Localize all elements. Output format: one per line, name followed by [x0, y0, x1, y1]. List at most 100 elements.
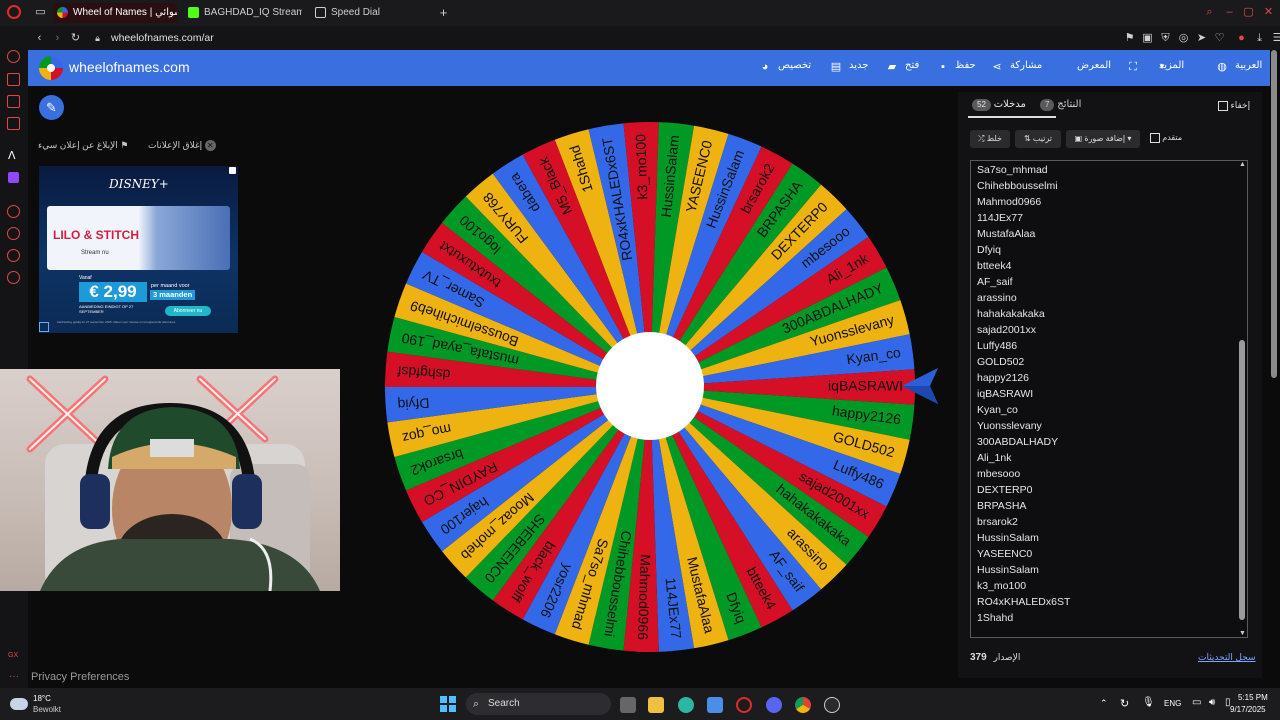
microphone-icon[interactable]: 🎙︎ [1142, 697, 1155, 708]
opera-gx-icon[interactable] [736, 697, 752, 713]
search-icon[interactable]: ⌕ [1204, 7, 1215, 18]
menu-share[interactable]: مشاركة [1010, 60, 1042, 71]
list-scroll-up-icon[interactable]: ▲ [1239, 161, 1246, 168]
forward-icon[interactable]: › [52, 33, 63, 44]
download-arrow-icon[interactable]: ◎ [1178, 33, 1189, 44]
ad-info-icon[interactable] [229, 167, 236, 174]
menu-gallery[interactable]: المعرض [1077, 60, 1111, 71]
windows-start-icon[interactable] [440, 696, 456, 712]
shield-icon[interactable]: ⛨ [1160, 33, 1171, 44]
tab-menu-icon[interactable]: ▭ [35, 7, 46, 18]
ticket-icon[interactable] [7, 95, 20, 108]
close-icon[interactable]: ✕ [1263, 7, 1274, 18]
obs-icon[interactable] [824, 697, 840, 713]
hide-checkbox[interactable] [1218, 100, 1228, 111]
back-icon[interactable]: ‹ [34, 33, 45, 44]
list-scroll-down-icon[interactable]: ▼ [1239, 630, 1246, 637]
list-item: Kyan_co [977, 404, 1018, 416]
easy-setup-icon[interactable]: ☰ [1272, 33, 1280, 44]
speed-dial-icon[interactable] [7, 50, 20, 63]
list-item: happy2126 [977, 372, 1029, 384]
news-icon[interactable] [7, 117, 20, 130]
disney-ad[interactable]: DISNEY+ LILO & STITCH Stream nu Vanaf € … [39, 166, 238, 333]
maximize-icon[interactable]: ▢ [1243, 7, 1254, 18]
fullscreen-icon[interactable]: ⛶ [1127, 61, 1139, 73]
profile-icon[interactable]: ● [1236, 33, 1247, 44]
snapshot-icon[interactable]: ▣ [1142, 33, 1153, 44]
privacy-preferences-link[interactable]: Privacy Preferences [31, 671, 129, 683]
tab-speed-dial[interactable]: Speed Dial [311, 3, 421, 23]
changelog-link[interactable]: سجل التحديثات [1198, 652, 1256, 663]
add-image-button[interactable]: ▣ إضافة صورة ▾ [1066, 130, 1140, 148]
list-item: arassino [977, 292, 1017, 304]
new-tab-button[interactable]: + [438, 6, 449, 19]
entries-scrollbar[interactable] [1239, 340, 1245, 620]
menu-customize[interactable]: تخصيص [778, 60, 811, 71]
clock-date[interactable]: 9/17/2025 [1230, 705, 1266, 714]
hide-toggle[interactable]: إخفاء [1218, 100, 1250, 111]
tab-wheel-of-names[interactable]: Wheel of Names | عشوائي [53, 3, 177, 23]
edge-icon[interactable] [678, 697, 694, 713]
ad-subtitle: Stream nu [81, 250, 109, 256]
bookmark-icon[interactable]: ⚑ [1124, 33, 1135, 44]
ad-cta-button[interactable]: Abonneer nu [165, 306, 211, 316]
menu-language[interactable]: العربية [1235, 60, 1262, 71]
extensions-icon[interactable] [7, 249, 20, 262]
advanced-toggle[interactable]: متقدم [1150, 133, 1182, 143]
chrome-icon[interactable] [795, 697, 811, 713]
site-name[interactable]: wheelofnames.com [69, 59, 190, 75]
ad-close-link[interactable]: إغلاق الإعلانات ✕ [148, 140, 216, 151]
ad-report-link[interactable]: الإبلاغ عن إعلان سيء ⚑ [38, 140, 128, 151]
tray-sync-icon[interactable]: ↻ [1120, 697, 1129, 710]
sort-button[interactable]: ⇅ ترتيب [1015, 130, 1061, 148]
language-indicator[interactable]: ENG [1164, 699, 1181, 708]
bag-icon[interactable] [7, 73, 20, 86]
opera-logo-icon[interactable] [7, 5, 21, 19]
grid-favicon-icon [315, 7, 326, 18]
network-icon[interactable]: ▭ [1192, 697, 1201, 708]
url-field[interactable]: wheelofnames.com/ar [111, 32, 214, 44]
hide-label: إخفاء [1230, 100, 1251, 110]
minimize-icon[interactable]: – [1224, 7, 1235, 18]
aria-icon[interactable]: ᐱ [8, 151, 20, 162]
downloads-icon[interactable]: ⤓ [1254, 33, 1265, 44]
wheel-center-button[interactable] [596, 332, 704, 440]
weather-desc[interactable]: Bewolkt [33, 705, 61, 714]
taskbar-search[interactable]: ⌕ Search [466, 693, 611, 715]
history-icon[interactable] [7, 227, 20, 240]
wheel-container[interactable]: 1Shahd RO4xKHALEDx6ST k3_mo100 HussinSalam Y… [384, 121, 916, 653]
ad-choices-icon[interactable] [39, 322, 49, 332]
settings-icon[interactable] [7, 271, 20, 284]
menu-open[interactable]: فتح [905, 60, 919, 71]
gx-icon[interactable]: GX [8, 652, 18, 659]
store-icon[interactable] [707, 697, 723, 713]
list-item: k3_mo100 [977, 580, 1027, 592]
clock-time[interactable]: 5:15 PM [1238, 693, 1268, 702]
task-view-icon[interactable] [620, 697, 636, 713]
player-icon[interactable] [7, 205, 20, 218]
tray-chevron-icon[interactable]: ⌃ [1100, 698, 1108, 709]
file-explorer-icon[interactable] [648, 697, 664, 713]
weather-temp[interactable]: 18°C [33, 694, 51, 703]
edit-pencil-button[interactable]: ✎ [39, 95, 64, 120]
send-icon[interactable]: ➤ [1196, 33, 1207, 44]
tab-baghdad-stream[interactable]: BAGHDAD_IQ Stream - W [184, 3, 302, 23]
page-scrollbar[interactable] [1271, 50, 1277, 378]
shuffle-button[interactable]: ⤮ خلط [970, 130, 1010, 148]
advanced-checkbox[interactable] [1150, 133, 1160, 143]
tab-results[interactable]: 7 النتائج [1040, 92, 1081, 118]
discord-icon[interactable] [766, 697, 782, 713]
menu-save[interactable]: حفظ [955, 60, 976, 71]
heart-icon[interactable]: ♡ [1214, 33, 1225, 44]
reload-icon[interactable]: ↻ [70, 33, 81, 44]
site-logo-icon[interactable] [39, 56, 63, 80]
results-tab-label: النتائج [1057, 99, 1082, 110]
menu-new[interactable]: جديد [849, 60, 868, 71]
shuffle-icon: ⤮ [978, 134, 985, 143]
version-label: الإصدار [993, 652, 1021, 662]
volume-icon[interactable]: 🔊︎ [1209, 697, 1215, 708]
menu-more[interactable]: المزيد [1159, 60, 1184, 71]
more-icon[interactable]: ··· [9, 671, 19, 682]
entries-textarea[interactable]: Sa7so_mhmad Chihebbousselmi Mahmod0966 114J… [970, 160, 1248, 638]
twitch-icon[interactable] [8, 172, 19, 183]
